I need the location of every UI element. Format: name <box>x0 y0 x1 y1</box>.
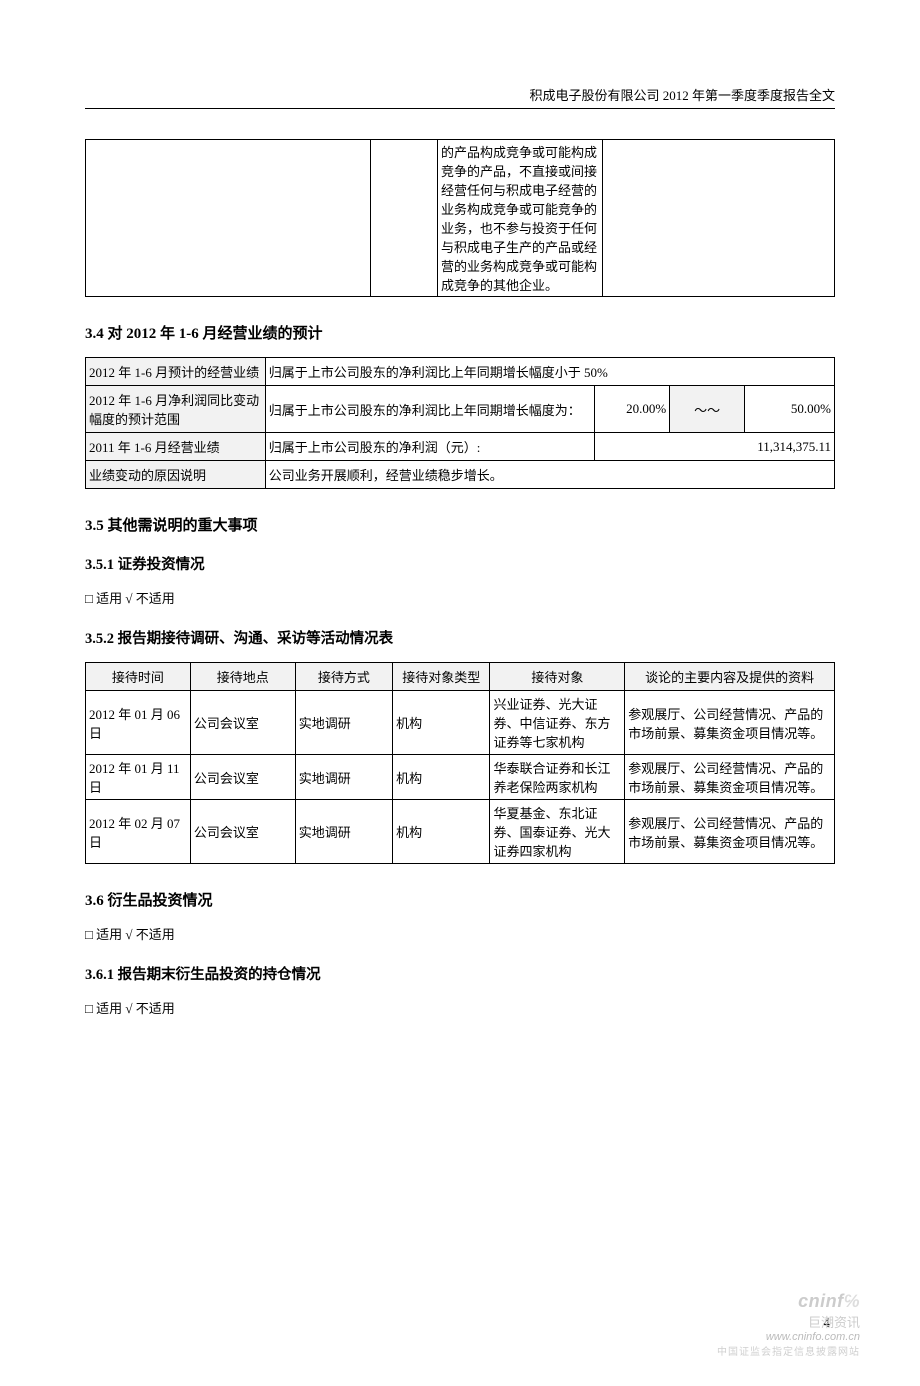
heading-3-6: 3.6 衍生品投资情况 <box>85 889 835 910</box>
applicable-3-6: □ 适用 √ 不适用 <box>85 924 835 943</box>
forecast-r2-text: 归属于上市公司股东的净利润比上年同期增长幅度为： <box>265 386 595 433</box>
watermark: cninf℅ 巨潮资讯 www.cninfo.com.cn 中国证监会指定信息披… <box>717 1291 860 1358</box>
applicable-3-6-1: □ 适用 √ 不适用 <box>85 998 835 1017</box>
heading-3-6-1: 3.6.1 报告期末衍生品投资的持仓情况 <box>85 963 835 984</box>
activity-target: 华夏基金、东北证券、国泰证券、光大证券四家机构 <box>490 800 625 864</box>
activity-type: 机构 <box>393 800 490 864</box>
forecast-r3-label: 2011 年 1-6 月经营业绩 <box>86 433 266 461</box>
forecast-r4-label: 业绩变动的原因说明 <box>86 461 266 489</box>
activity-method: 实地调研 <box>295 800 392 864</box>
activity-h6: 谈论的主要内容及提供的资料 <box>625 663 835 691</box>
activity-h2: 接待地点 <box>190 663 295 691</box>
activity-h5: 接待对象 <box>490 663 625 691</box>
forecast-table: 2012 年 1-6 月预计的经营业绩 归属于上市公司股东的净利润比上年同期增长… <box>85 357 835 489</box>
commitment-text: 的产品构成竞争或可能构成竞争的产品，不直接或间接经营任何与积成电子经营的业务构成… <box>438 140 603 297</box>
activity-h1: 接待时间 <box>86 663 191 691</box>
watermark-cn: 巨潮资讯 <box>808 1315 860 1330</box>
activity-type: 机构 <box>393 691 490 755</box>
watermark-sub: 中国证监会指定信息披露网站 <box>717 1347 860 1358</box>
forecast-r2-label: 2012 年 1-6 月净利润同比变动幅度的预计范围 <box>86 386 266 433</box>
watermark-url: www.cninfo.com.cn <box>766 1331 860 1343</box>
activity-place: 公司会议室 <box>190 691 295 755</box>
activity-h4: 接待对象类型 <box>393 663 490 691</box>
table-row: 2012 年 01 月 11 日 公司会议室 实地调研 机构 华泰联合证券和长江… <box>86 755 835 800</box>
forecast-r2-low: 20.00% <box>595 386 670 433</box>
activity-target: 华泰联合证券和长江养老保险两家机构 <box>490 755 625 800</box>
forecast-r4-value: 公司业务开展顺利，经营业绩稳步增长。 <box>265 461 834 489</box>
activity-method: 实地调研 <box>295 755 392 800</box>
activity-place: 公司会议室 <box>190 755 295 800</box>
heading-3-5-2: 3.5.2 报告期接待调研、沟通、采访等活动情况表 <box>85 627 835 648</box>
forecast-r1-label: 2012 年 1-6 月预计的经营业绩 <box>86 358 266 386</box>
activity-content: 参观展厅、公司经营情况、产品的市场前景、募集资金项目情况等。 <box>625 691 835 755</box>
activity-target: 兴业证券、光大证券、中信证券、东方证券等七家机构 <box>490 691 625 755</box>
activity-date: 2012 年 01 月 11 日 <box>86 755 191 800</box>
watermark-logo: cninf <box>798 1291 844 1311</box>
table-row: 2012 年 02 月 07 日 公司会议室 实地调研 机构 华夏基金、东北证券… <box>86 800 835 864</box>
forecast-r3-value: 11,314,375.11 <box>595 433 835 461</box>
table-row: 2012 年 01 月 06 日 公司会议室 实地调研 机构 兴业证券、光大证券… <box>86 691 835 755</box>
page-header: 积成电子股份有限公司 2012 年第一季度季度报告全文 <box>85 85 835 109</box>
heading-3-5: 3.5 其他需说明的重大事项 <box>85 514 835 535</box>
forecast-r2-high: 50.00% <box>745 386 835 433</box>
activity-date: 2012 年 02 月 07 日 <box>86 800 191 864</box>
activity-content: 参观展厅、公司经营情况、产品的市场前景、募集资金项目情况等。 <box>625 800 835 864</box>
activity-type: 机构 <box>393 755 490 800</box>
activity-table: 接待时间 接待地点 接待方式 接待对象类型 接待对象 谈论的主要内容及提供的资料… <box>85 662 835 864</box>
forecast-r1-value: 归属于上市公司股东的净利润比上年同期增长幅度小于 50% <box>265 358 834 386</box>
applicable-3-5-1: □ 适用 √ 不适用 <box>85 588 835 607</box>
activity-date: 2012 年 01 月 06 日 <box>86 691 191 755</box>
partial-commitment-table: 的产品构成竞争或可能构成竞争的产品，不直接或间接经营任何与积成电子经营的业务构成… <box>85 139 835 297</box>
forecast-r2-sep: ～～ <box>670 386 745 433</box>
heading-3-4: 3.4 对 2012 年 1-6 月经营业绩的预计 <box>85 322 835 343</box>
activity-header-row: 接待时间 接待地点 接待方式 接待对象类型 接待对象 谈论的主要内容及提供的资料 <box>86 663 835 691</box>
activity-content: 参观展厅、公司经营情况、产品的市场前景、募集资金项目情况等。 <box>625 755 835 800</box>
activity-h3: 接待方式 <box>295 663 392 691</box>
activity-place: 公司会议室 <box>190 800 295 864</box>
forecast-r3-text: 归属于上市公司股东的净利润（元）: <box>265 433 595 461</box>
activity-method: 实地调研 <box>295 691 392 755</box>
heading-3-5-1: 3.5.1 证券投资情况 <box>85 553 835 574</box>
